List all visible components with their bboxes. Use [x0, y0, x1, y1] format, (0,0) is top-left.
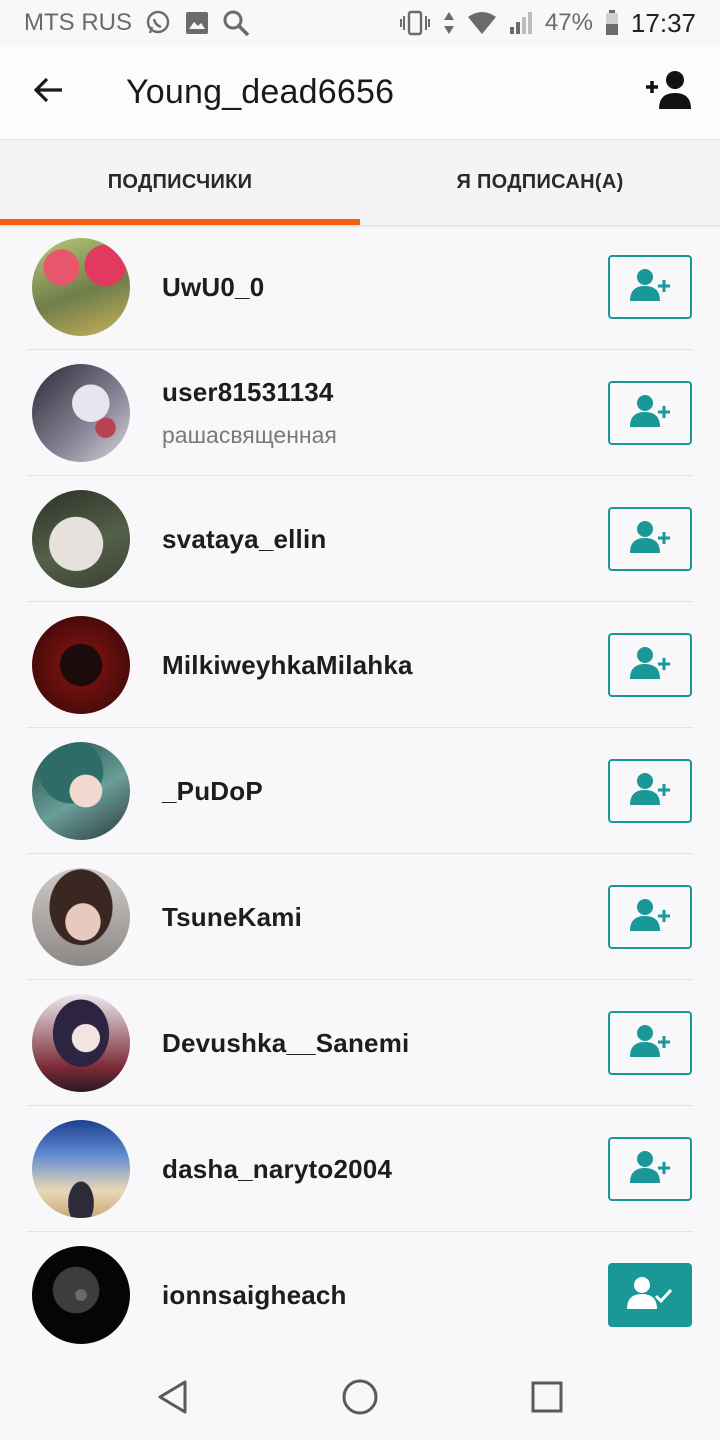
avatar[interactable] — [32, 364, 130, 462]
nav-back-button[interactable] — [143, 1369, 203, 1429]
username: ionnsaigheach — [162, 1279, 347, 1310]
list-item[interactable]: _PuDoP — [0, 728, 720, 854]
gallery-icon — [184, 10, 210, 36]
signal-icon — [509, 11, 533, 35]
username: Devushka__Sanemi — [162, 1027, 410, 1058]
avatar[interactable] — [32, 742, 130, 840]
add-user-icon — [628, 646, 672, 685]
list-item[interactable]: dasha_naryto2004 — [0, 1106, 720, 1232]
list-item[interactable]: Devushka__Sanemi — [0, 980, 720, 1106]
avatar[interactable] — [32, 616, 130, 714]
username: TsuneKami — [162, 901, 303, 932]
follow-button[interactable] — [608, 759, 692, 823]
battery-percent: 47% — [544, 9, 593, 36]
add-user-icon — [628, 268, 672, 307]
nav-home-button[interactable] — [330, 1369, 390, 1429]
avatar[interactable] — [32, 1120, 130, 1218]
data-arrows-icon — [443, 11, 455, 35]
follow-button[interactable] — [608, 255, 692, 319]
list-item[interactable]: svataya_ellin — [0, 476, 720, 602]
followers-list: UwU0_0 user81531134 рашасвященная svatay… — [0, 224, 720, 1358]
list-item[interactable]: TsuneKami — [0, 854, 720, 980]
whatsapp-icon — [144, 9, 172, 37]
username: svataya_ellin — [162, 523, 327, 554]
username: dasha_naryto2004 — [162, 1153, 393, 1184]
user-check-icon — [625, 1276, 675, 1315]
clock: 17:37 — [630, 7, 696, 38]
username: MilkiweyhkaMilahka — [162, 649, 413, 680]
username: UwU0_0 — [162, 271, 265, 302]
tab-followers[interactable]: ПОДПИСЧИКИ — [0, 140, 360, 225]
back-arrow-icon — [33, 77, 64, 108]
system-nav-bar — [0, 1358, 720, 1440]
follow-button[interactable] — [608, 1011, 692, 1075]
add-friend-icon — [646, 70, 694, 115]
add-user-icon — [628, 772, 672, 811]
add-user-icon — [628, 1024, 672, 1063]
follow-button[interactable] — [608, 633, 692, 697]
list-item[interactable]: ionnsaigheach — [0, 1232, 720, 1358]
avatar[interactable] — [32, 1246, 130, 1344]
carrier-label: MTS RUS — [24, 9, 132, 36]
app-bar: Young_dead6656 — [0, 46, 720, 140]
list-item[interactable]: MilkiweyhkaMilahka — [0, 602, 720, 728]
home-circle-icon — [341, 1378, 379, 1421]
avatar[interactable] — [32, 994, 130, 1092]
battery-icon — [605, 10, 619, 36]
status-bar: MTS RUS 47% 17:37 — [0, 0, 720, 46]
add-user-icon — [628, 898, 672, 937]
recents-square-icon — [530, 1380, 564, 1419]
wifi-icon — [467, 11, 497, 35]
back-triangle-icon — [155, 1379, 191, 1420]
user-status: рашасвященная — [162, 422, 337, 448]
add-user-icon — [628, 520, 672, 559]
back-button[interactable] — [0, 46, 98, 140]
avatar[interactable] — [32, 490, 130, 588]
following-button[interactable] — [608, 1263, 692, 1327]
avatar[interactable] — [32, 868, 130, 966]
list-item[interactable]: user81531134 рашасвященная — [0, 350, 720, 476]
vibrate-icon — [399, 10, 431, 36]
tab-bar: ПОДПИСЧИКИ Я ПОДПИСАН(А) — [0, 140, 720, 225]
add-user-icon — [628, 1150, 672, 1189]
follow-button[interactable] — [608, 885, 692, 949]
follow-button[interactable] — [608, 1137, 692, 1201]
add-friend-button[interactable] — [620, 46, 720, 140]
follow-button[interactable] — [608, 381, 692, 445]
follow-button[interactable] — [608, 507, 692, 571]
tab-following[interactable]: Я ПОДПИСАН(А) — [360, 140, 720, 225]
search-icon — [222, 9, 250, 37]
page-title: Young_dead6656 — [126, 73, 395, 111]
avatar[interactable] — [32, 238, 130, 336]
add-user-icon — [628, 394, 672, 433]
nav-recents-button[interactable] — [517, 1369, 577, 1429]
username: user81531134 — [162, 377, 334, 407]
username: _PuDoP — [162, 775, 263, 806]
list-item[interactable]: UwU0_0 — [0, 224, 720, 350]
